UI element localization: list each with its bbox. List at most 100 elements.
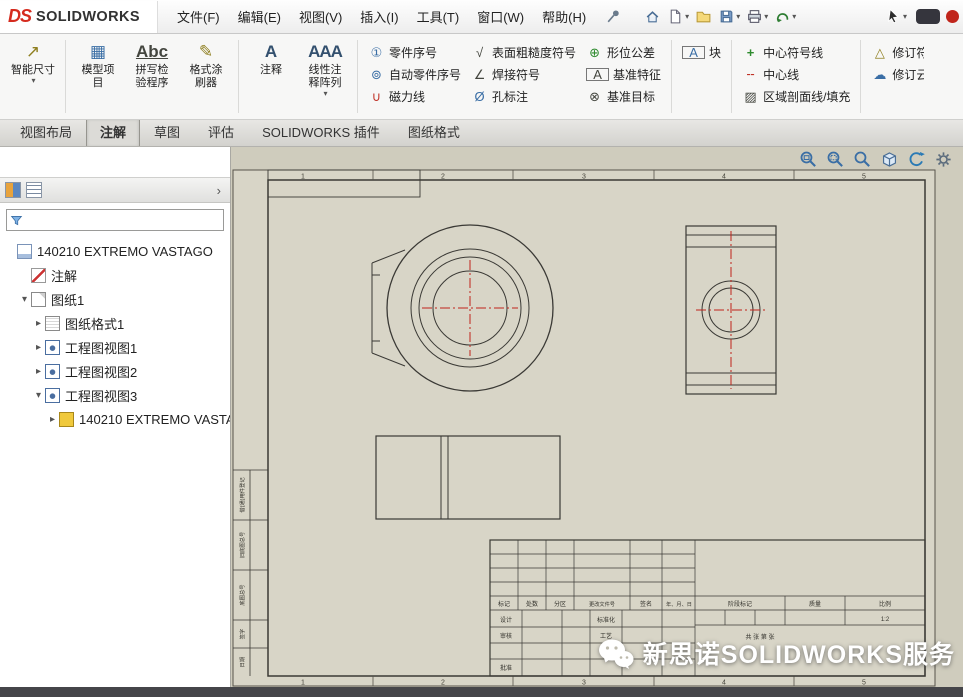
zone-number: 5 [862, 174, 866, 181]
view-orientation-button[interactable] [880, 150, 899, 172]
note-label: 注释 [260, 64, 282, 77]
surface-finish-button[interactable]: √ 表面粗糙度符号 [466, 42, 581, 63]
linear-note-pattern-icon: AAA [308, 40, 342, 64]
tab-annotation[interactable]: 注解 [86, 117, 140, 146]
pin-icon[interactable] [603, 6, 624, 27]
gtol-button[interactable]: ⊕ 形位公差 [581, 42, 666, 63]
block-button[interactable]: A 块 [677, 42, 726, 63]
zone-number: 2 [441, 174, 445, 181]
model-items-label: 模型项目 [80, 64, 116, 90]
tab-sketch[interactable]: 草图 [140, 117, 194, 146]
tree-filter [6, 209, 224, 231]
centerline-button[interactable]: ╌ 中心线 [737, 64, 855, 85]
tree-item-sheet-format1[interactable]: ▸ 图纸格式1 [0, 311, 230, 335]
zone-number: 1 [301, 680, 305, 687]
datum-target-button[interactable]: ⊗ 基准目标 [581, 86, 666, 107]
print-button[interactable]: ▾ [744, 6, 770, 27]
record-dot-icon[interactable] [946, 10, 959, 23]
home-button[interactable] [642, 6, 663, 27]
sheet-icon [31, 292, 46, 307]
tree-item-drawing-view3[interactable]: ▾ 工程图视图3 [0, 383, 230, 407]
drawing-sheet[interactable]: 1 2 3 4 5 1 2 3 4 5 借(通)用件登记 旧底图总号 底图总号 … [230, 147, 963, 687]
ribbon-separator [731, 40, 732, 113]
new-document-button[interactable]: ▾ [665, 6, 691, 27]
tab-view-layout[interactable]: 视图布局 [6, 117, 86, 146]
tree-item-part[interactable]: ▸ 140210 EXTREMO VASTAGO [0, 407, 230, 431]
format-painter-icon: ✎ [199, 40, 213, 64]
menu-window[interactable]: 窗口(W) [468, 2, 533, 31]
note-button[interactable]: A 注释 [244, 36, 298, 117]
magnetic-line-button[interactable]: ∪ 磁力线 [363, 86, 466, 107]
rotate-view-button[interactable] [907, 150, 926, 172]
hole-callout-label: 孔标注 [492, 88, 528, 105]
weld-symbol-icon: ∠ [471, 67, 488, 83]
tree-item-drawing-view1[interactable]: ▸ 工程图视图1 [0, 335, 230, 359]
surface-finish-label: 表面粗糙度符号 [492, 44, 576, 61]
revision-symbol-button[interactable]: △ 修订符号 [866, 42, 924, 63]
menu-view[interactable]: 视图(V) [290, 2, 351, 31]
tb-label: 年、月、日 [666, 600, 692, 608]
balloon-button[interactable]: ① 零件序号 [363, 42, 466, 63]
zoom-button[interactable] [853, 150, 872, 172]
panel-expand-icon[interactable]: › [213, 183, 225, 198]
smart-dimension-button[interactable]: ↗ 智能尺寸 ▾ [6, 36, 60, 117]
tb-label: 标准化 [597, 616, 615, 624]
select-tool-button[interactable]: ▾ [883, 6, 909, 27]
menu-insert[interactable]: 插入(I) [351, 2, 407, 31]
ribbon-separator [860, 40, 861, 113]
tree-item-drawing-view2[interactable]: ▸ 工程图视图2 [0, 359, 230, 383]
menu-tools[interactable]: 工具(T) [408, 2, 469, 31]
area-hatch-icon: ▨ [742, 89, 759, 105]
center-mark-label: 中心符号线 [763, 44, 823, 61]
sheet-outer-border [233, 170, 935, 686]
tree-item-sheet1[interactable]: ▾ 图纸1 [0, 287, 230, 311]
center-mark-button[interactable]: + 中心符号线 [737, 42, 855, 63]
linear-note-pattern-button[interactable]: AAA 线性注释阵列 ▾ [298, 36, 352, 117]
feature-manager-tab-icon[interactable] [5, 182, 21, 198]
display-manager-tab-icon[interactable] [26, 182, 42, 198]
filter-input[interactable] [27, 212, 220, 228]
block-group: A 块 [677, 36, 726, 117]
tab-sheet-format[interactable]: 图纸格式 [394, 117, 474, 146]
ribbon-separator [671, 40, 672, 113]
tab-addins[interactable]: SOLIDWORKS 插件 [248, 117, 394, 146]
chevron-down-icon: ▾ [903, 13, 907, 21]
rotate-view-icon [907, 150, 926, 169]
datum-feature-label: 基准特征 [613, 66, 661, 83]
datum-feature-button[interactable]: A 基准特征 [581, 64, 666, 85]
menu-help[interactable]: 帮助(H) [533, 2, 595, 31]
new-document-icon [667, 8, 684, 25]
revision-cloud-button[interactable]: ☁ 修订云 [866, 64, 924, 85]
open-button[interactable] [693, 6, 714, 27]
undo-button[interactable]: ▾ [772, 6, 798, 27]
weld-symbol-button[interactable]: ∠ 焊接符号 [466, 64, 581, 85]
annotations-icon [31, 268, 46, 283]
solidworks-logo: DS SOLIDWORKS [0, 1, 158, 33]
zoom-fit-button[interactable] [799, 150, 818, 172]
tb-label: 分区 [554, 600, 566, 608]
auto-balloon-button[interactable]: ⊚ 自动零件序号 [363, 64, 466, 85]
spell-checker-button[interactable]: Abc 拼写检验程序 [125, 36, 179, 117]
revision-symbol-label: 修订符号 [892, 44, 924, 61]
scale-value: 1:2 [881, 617, 890, 623]
graphics-area[interactable]: 1 2 3 4 5 1 2 3 4 5 借(通)用件登记 旧底图总号 底图总号 … [230, 147, 963, 687]
hole-callout-button[interactable]: Ø 孔标注 [466, 86, 581, 107]
menu-file[interactable]: 文件(F) [168, 2, 229, 31]
tree-item-root[interactable]: 140210 EXTREMO VASTAGO [0, 239, 230, 263]
drawing-view-icon [45, 364, 60, 379]
save-button[interactable]: ▾ [716, 6, 742, 27]
auto-balloon-label: 自动零件序号 [389, 66, 461, 83]
view-settings-button[interactable] [934, 150, 953, 172]
tree-item-annotations[interactable]: 注解 [0, 263, 230, 287]
spell-checker-label: 拼写检验程序 [134, 64, 170, 90]
tab-evaluate[interactable]: 评估 [194, 117, 248, 146]
format-painter-button[interactable]: ✎ 格式涂刷器 [179, 36, 233, 117]
model-items-button[interactable]: ▦ 模型项目 [71, 36, 125, 117]
tb-label: 批准 [500, 664, 512, 672]
part-icon [59, 412, 74, 427]
area-hatch-button[interactable]: ▨ 区域剖面线/填充 [737, 86, 855, 107]
zoom-area-button[interactable] [826, 150, 845, 172]
panel-toggle-icon[interactable] [916, 9, 940, 24]
caret-down-icon: ▾ [18, 294, 31, 305]
menu-edit[interactable]: 编辑(E) [229, 2, 290, 31]
